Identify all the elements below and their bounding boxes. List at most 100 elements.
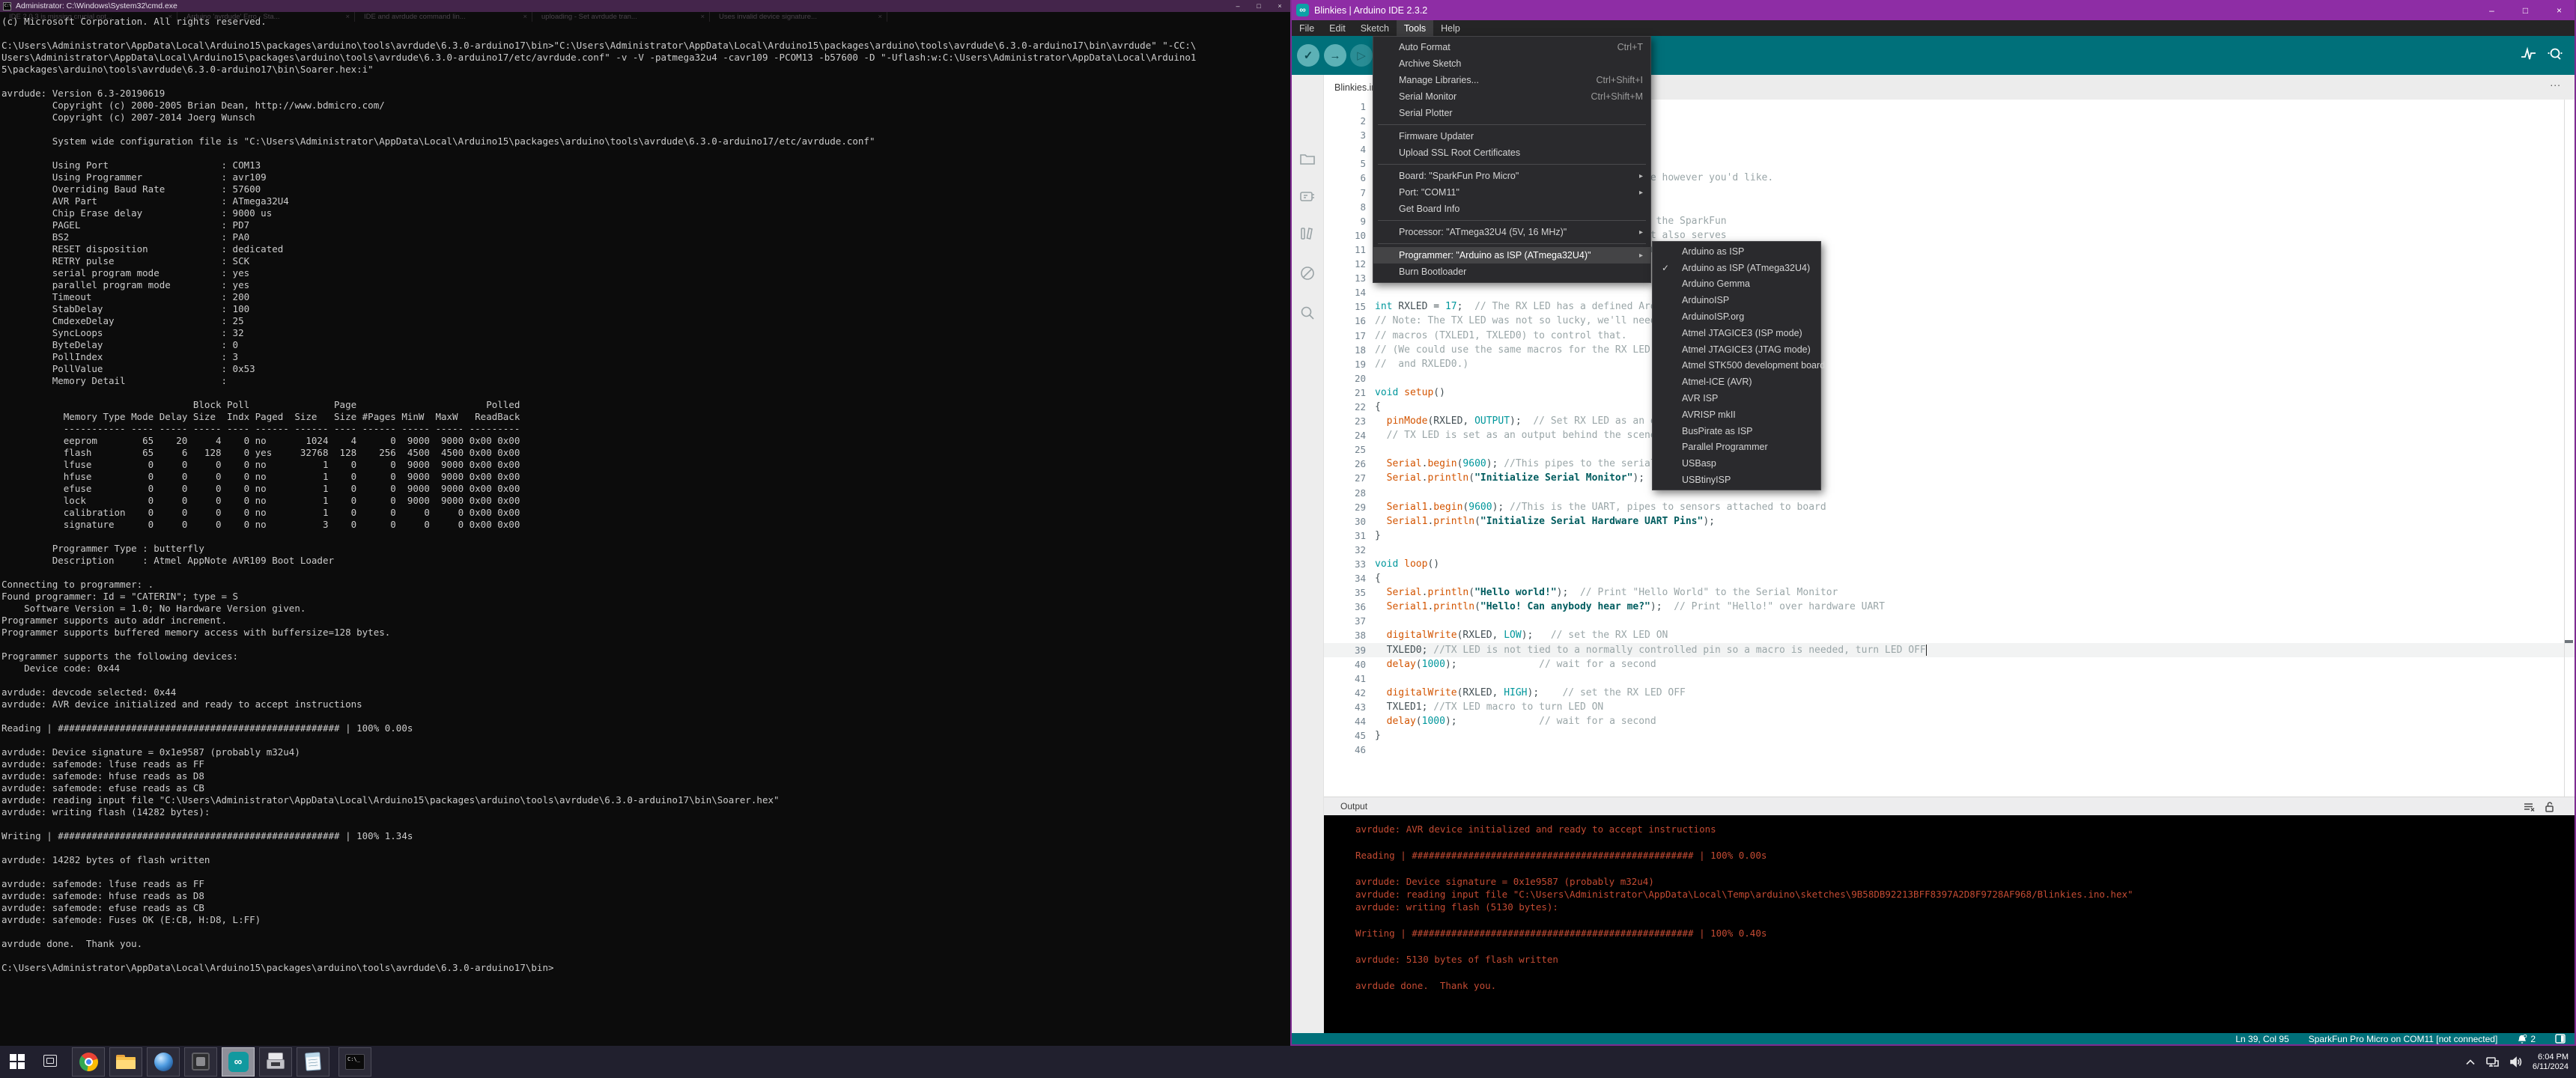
upload-button[interactable]: → (1324, 44, 1346, 67)
menu-help[interactable]: Help (1433, 20, 1468, 36)
programmer-option[interactable]: Atmel JTAGICE3 (ISP mode) (1653, 325, 1820, 341)
taskbar-notepad[interactable] (297, 1047, 329, 1077)
taskbar-arduino-ide[interactable]: ∞ (222, 1047, 255, 1077)
taskbar-clock[interactable]: 6:04 PM 6/11/2024 (2533, 1053, 2569, 1072)
programmer-option[interactable]: Atmel JTAGICE3 (JTAG mode) (1653, 341, 1820, 358)
code-line[interactable]: 14 (1324, 285, 2575, 299)
code-line[interactable]: 17// macros (TXLED1, TXLED0) to control … (1324, 329, 2575, 343)
programmer-option[interactable]: Parallel Programmer (1653, 439, 1820, 456)
serial-plotter-icon[interactable] (2521, 46, 2536, 65)
tray-chevron-icon[interactable] (2466, 1059, 2475, 1065)
code-line[interactable]: 31} (1324, 529, 2575, 543)
tools-menu-item[interactable]: Auto FormatCtrl+T (1373, 39, 1650, 55)
terminal-minimize-button[interactable]: – (1227, 0, 1248, 12)
menu-tools[interactable]: Tools (1397, 20, 1433, 36)
terminal-titlebar[interactable]: C:\ Administrator: C:\Windows\System32\c… (0, 0, 1290, 12)
tools-menu-item[interactable]: Manage Libraries...Ctrl+Shift+I (1373, 72, 1650, 88)
programmer-option[interactable]: ArduinoISP.org (1653, 308, 1820, 325)
code-line[interactable]: 15int RXLED = 17; // The RX LED has a de… (1324, 299, 2575, 314)
clear-output-icon[interactable] (2523, 801, 2535, 813)
search-icon[interactable] (1298, 304, 1316, 322)
programmer-option[interactable]: Atmel-ICE (AVR) (1653, 374, 1820, 390)
taskbar-chip-app[interactable] (184, 1047, 217, 1077)
code-line[interactable]: 45} (1324, 728, 2575, 743)
code-line[interactable]: 38 digitalWrite(RXLED, LOW); // set the … (1324, 628, 2575, 642)
tools-menu-item[interactable]: Port: "COM11"▸ (1373, 184, 1650, 201)
library-manager-icon[interactable] (1298, 225, 1316, 243)
code-line[interactable]: 40 delay(1000); // wait for a second (1324, 657, 2575, 672)
ide-maximize-button[interactable]: □ (2509, 0, 2542, 20)
taskbar-printer-app[interactable] (259, 1047, 292, 1077)
taskbar-globe-browser[interactable] (147, 1047, 180, 1077)
code-line[interactable]: 33void loop() (1324, 557, 2575, 571)
code-line[interactable]: 44 delay(1000); // wait for a second (1324, 714, 2575, 728)
network-icon[interactable] (2485, 1056, 2499, 1068)
terminal-close-button[interactable]: × (1269, 0, 1290, 12)
code-line[interactable]: 42 digitalWrite(RXLED, HIGH); // set the… (1324, 686, 2575, 700)
menu-file[interactable]: File (1292, 20, 1322, 36)
output-console[interactable]: avrdude: AVR device initialized and read… (1324, 815, 2575, 1033)
speaker-icon[interactable] (2509, 1056, 2522, 1068)
code-line[interactable]: 46 (1324, 743, 2575, 757)
terminal-maximize-button[interactable]: □ (1248, 0, 1269, 12)
code-line[interactable]: 26 Serial.begin(9600); //This pipes to t… (1324, 457, 2575, 471)
sketchbook-folder-icon[interactable] (1298, 150, 1316, 168)
tools-menu-item[interactable]: Get Board Info (1373, 201, 1650, 217)
tools-menu-item[interactable]: Processor: "ATmega32U4 (5V, 16 MHz)"▸ (1373, 224, 1650, 240)
code-line[interactable]: 37 (1324, 614, 2575, 628)
ide-close-button[interactable]: × (2542, 0, 2576, 20)
tools-menu-item[interactable]: Board: "SparkFun Pro Micro"▸ (1373, 168, 1650, 184)
code-line[interactable]: 43 TXLED1; //TX LED macro to turn LED ON (1324, 700, 2575, 714)
code-line[interactable]: 36 Serial1.println("Hello! Can anybody h… (1324, 600, 2575, 614)
debug-button[interactable]: ▷ (1350, 44, 1373, 67)
code-line[interactable]: 39 TXLED0; //TX LED is not tied to a nor… (1324, 643, 2575, 657)
menu-sketch[interactable]: Sketch (1353, 20, 1397, 36)
code-line[interactable]: 29 Serial1.begin(9600); //This is the UA… (1324, 500, 2575, 514)
code-line[interactable]: 24 // TX LED is set as an output behind … (1324, 428, 2575, 442)
code-line[interactable]: 32 (1324, 543, 2575, 557)
code-line[interactable]: 35 Serial.println("Hello world!"); // Pr… (1324, 585, 2575, 600)
tools-menu-item[interactable]: Archive Sketch (1373, 55, 1650, 72)
code-line[interactable]: 18// (We could use the same macros for t… (1324, 343, 2575, 357)
tools-menu-item[interactable]: Upload SSL Root Certificates (1373, 144, 1650, 161)
programmer-option[interactable]: AVRISP mkII (1653, 406, 1820, 423)
code-line[interactable]: 25 (1324, 442, 2575, 457)
code-line[interactable]: 19// and RXLED0.) (1324, 357, 2575, 371)
verify-button[interactable]: ✓ (1297, 44, 1319, 67)
programmer-option[interactable]: ArduinoISP (1653, 292, 1820, 308)
taskbar-chrome[interactable] (72, 1047, 105, 1077)
programmer-option[interactable]: USBasp (1653, 455, 1820, 472)
debug-icon[interactable] (1298, 264, 1316, 282)
code-line[interactable]: 20 (1324, 371, 2575, 386)
tools-menu-item[interactable]: Serial Plotter (1373, 105, 1650, 121)
programmer-option[interactable]: Atmel STK500 development board (1653, 358, 1820, 374)
board-status[interactable]: SparkFun Pro Micro on COM11 [not connect… (2309, 1034, 2498, 1044)
programmer-option[interactable]: Arduino Gemma (1653, 276, 1820, 293)
code-line[interactable]: 27 Serial.println("Initialize Serial Mon… (1324, 471, 2575, 485)
tools-menu-item[interactable]: Programmer: "Arduino as ISP (ATmega32U4)… (1373, 247, 1650, 264)
programmer-option[interactable]: Arduino as ISP (1653, 243, 1820, 260)
taskbar-cmd[interactable]: C:\_ (338, 1047, 371, 1077)
code-line[interactable]: 41 (1324, 672, 2575, 686)
more-actions-icon[interactable]: ... (2550, 76, 2561, 88)
notifications-cell[interactable]: 2 (2517, 1034, 2536, 1044)
programmer-option[interactable]: USBtinyISP (1653, 472, 1820, 488)
code-line[interactable]: 16// Note: The TX LED was not so lucky, … (1324, 314, 2575, 328)
terminal-output[interactable]: (c) Microsoft Corporation. All rights re… (1, 16, 1196, 974)
ide-titlebar[interactable]: ∞ Blinkies | Arduino IDE 2.3.2 – □ × (1290, 0, 2576, 20)
boards-manager-icon[interactable] (1298, 187, 1316, 205)
task-view-button[interactable] (43, 1055, 57, 1067)
programmer-option[interactable]: BusPirate as ISP (1653, 423, 1820, 439)
tools-menu-item[interactable]: Burn Bootloader (1373, 264, 1650, 280)
tools-menu-item[interactable]: Firmware Updater (1373, 128, 1650, 144)
code-line[interactable]: 22{ (1324, 400, 2575, 414)
programmer-option[interactable]: AVR ISP (1653, 390, 1820, 406)
editor-scrollbar[interactable] (2564, 100, 2565, 797)
code-line[interactable]: 28 (1324, 486, 2575, 500)
autoscroll-lock-icon[interactable] (2544, 801, 2556, 813)
programmer-option[interactable]: ✓Arduino as ISP (ATmega32U4) (1653, 260, 1820, 276)
menu-edit[interactable]: Edit (1322, 20, 1353, 36)
code-line[interactable]: 23 pinMode(RXLED, OUTPUT); // Set RX LED… (1324, 414, 2575, 428)
code-line[interactable]: 30 Serial1.println("Initialize Serial Ha… (1324, 514, 2575, 529)
tools-menu-item[interactable]: Serial MonitorCtrl+Shift+M (1373, 88, 1650, 105)
